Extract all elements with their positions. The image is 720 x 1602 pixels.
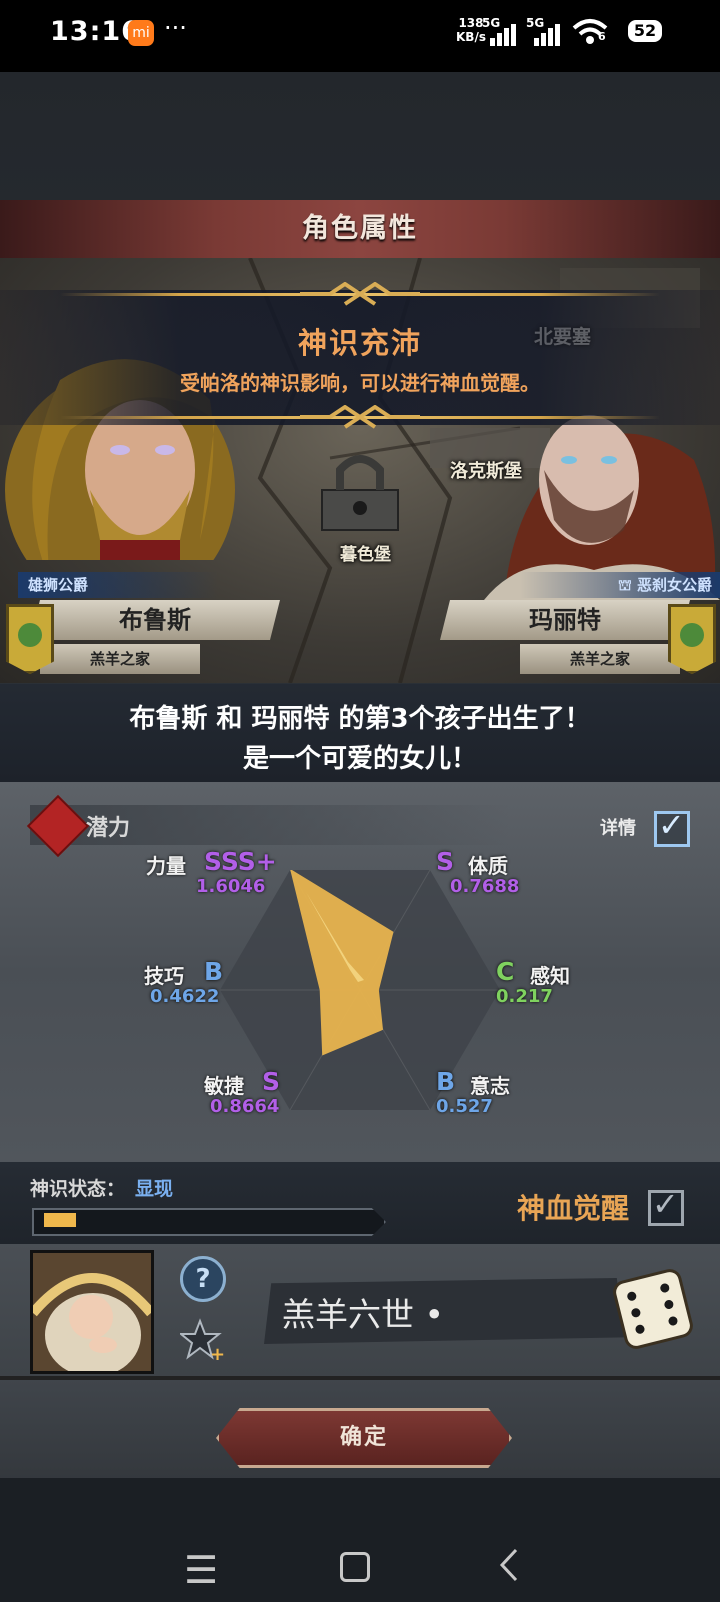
- divine-status-value: 显现: [135, 1178, 174, 1200]
- rank-crown-icon: ⛫: [617, 576, 637, 594]
- signal2-icon: [534, 24, 564, 46]
- divine-progress-fill: [44, 1213, 76, 1227]
- signal1-icon: [490, 24, 520, 46]
- mother-house: 羔羊之家: [520, 644, 680, 674]
- stat-value-perception: 0.217: [496, 986, 553, 1007]
- faded-location-label: 北要塞: [534, 326, 592, 348]
- stat-value-strength: 1.6046: [196, 876, 266, 897]
- stat-grade-agility: S: [262, 1067, 281, 1096]
- stat-grade-skill: B: [204, 957, 224, 986]
- page-title: 角色属性: [302, 213, 418, 244]
- mother-name: 玛丽特: [440, 600, 690, 640]
- svg-text:+: +: [210, 1344, 224, 1362]
- stat-grade-perception: C: [496, 957, 515, 986]
- back-icon[interactable]: [498, 1548, 520, 1582]
- divine-progress-bar: [32, 1208, 386, 1236]
- stat-value-agility: 0.8664: [210, 1096, 280, 1117]
- wifi-badge: 6: [598, 30, 606, 43]
- mother-crest-icon: [668, 604, 716, 674]
- baby-avatar-image: [33, 1253, 151, 1371]
- stat-name-agility: 敏捷: [204, 1074, 244, 1098]
- child-avatar[interactable]: [30, 1250, 154, 1374]
- stat-name-constitution: 体质: [468, 854, 508, 878]
- favorite-star-icon[interactable]: +: [180, 1318, 224, 1362]
- battery-icon: 52: [628, 20, 662, 42]
- lock-icon: [321, 455, 399, 531]
- title-bar: 角色属性: [0, 200, 720, 258]
- home-icon[interactable]: [340, 1552, 370, 1582]
- stat-name-strength: 力量: [146, 854, 186, 878]
- net-speed-unit: KB/s: [456, 30, 486, 44]
- detail-label: 详情: [600, 818, 636, 839]
- banner-bottom-ornament: [300, 405, 420, 429]
- mother-rank-label: 恶刹女公爵: [636, 576, 712, 594]
- stat-value-skill: 0.4622: [150, 986, 220, 1007]
- bloodline-awaken-label: 神血觉醒: [517, 1192, 630, 1225]
- help-button[interactable]: ?: [180, 1256, 226, 1302]
- mother-rank: ⛫ 恶刹女公爵: [520, 572, 720, 598]
- detail-checkbox[interactable]: [654, 806, 690, 847]
- stat-value-will: 0.527: [436, 1096, 493, 1117]
- bloodline-awaken-checkbox[interactable]: [648, 1185, 684, 1226]
- stat-name-perception: 感知: [530, 964, 570, 988]
- castle-right-label: 洛克斯堡: [450, 461, 522, 482]
- father-rank: 雄狮公爵: [18, 572, 218, 598]
- more-notifications-icon: ···: [164, 14, 187, 42]
- stat-grade-strength: SSS+: [204, 847, 277, 876]
- menu-icon[interactable]: ☰: [184, 1548, 218, 1592]
- confirm-button[interactable]: 确定: [216, 1408, 512, 1468]
- stat-value-constitution: 0.7688: [450, 876, 520, 897]
- birth-line-1: 布鲁斯 和 玛丽特 的第3个孩子出生了！: [129, 704, 591, 734]
- banner-top-ornament: [300, 282, 420, 306]
- stat-name-skill: 技巧: [144, 964, 184, 988]
- app-notification-icon: mi: [128, 20, 154, 46]
- father-name: 布鲁斯: [30, 600, 280, 640]
- status-bar: 13:16 mi ··· 138 KB/s 5G 5G 6 52: [0, 0, 720, 72]
- system-nav-bar: [0, 1478, 720, 1602]
- banner-title: 神识充沛: [297, 326, 422, 360]
- divine-status-label: 神识状态：: [30, 1178, 126, 1200]
- father-house: 羔羊之家: [40, 644, 200, 674]
- castle-left-label: 暮色堡: [340, 545, 391, 565]
- father-crest-icon: [6, 604, 54, 674]
- stat-grade-will: B: [436, 1067, 456, 1096]
- stat-grade-constitution: S: [436, 847, 455, 876]
- stat-name-will: 意志: [470, 1074, 510, 1098]
- child-name-text: 羔羊六世 •: [282, 1295, 444, 1334]
- banner-subtitle: 受帕洛的神识影响，可以进行神血觉醒。: [180, 371, 540, 395]
- birth-line-2: 是一个可爱的女儿！: [242, 744, 477, 774]
- potential-label: 潜力: [86, 816, 131, 841]
